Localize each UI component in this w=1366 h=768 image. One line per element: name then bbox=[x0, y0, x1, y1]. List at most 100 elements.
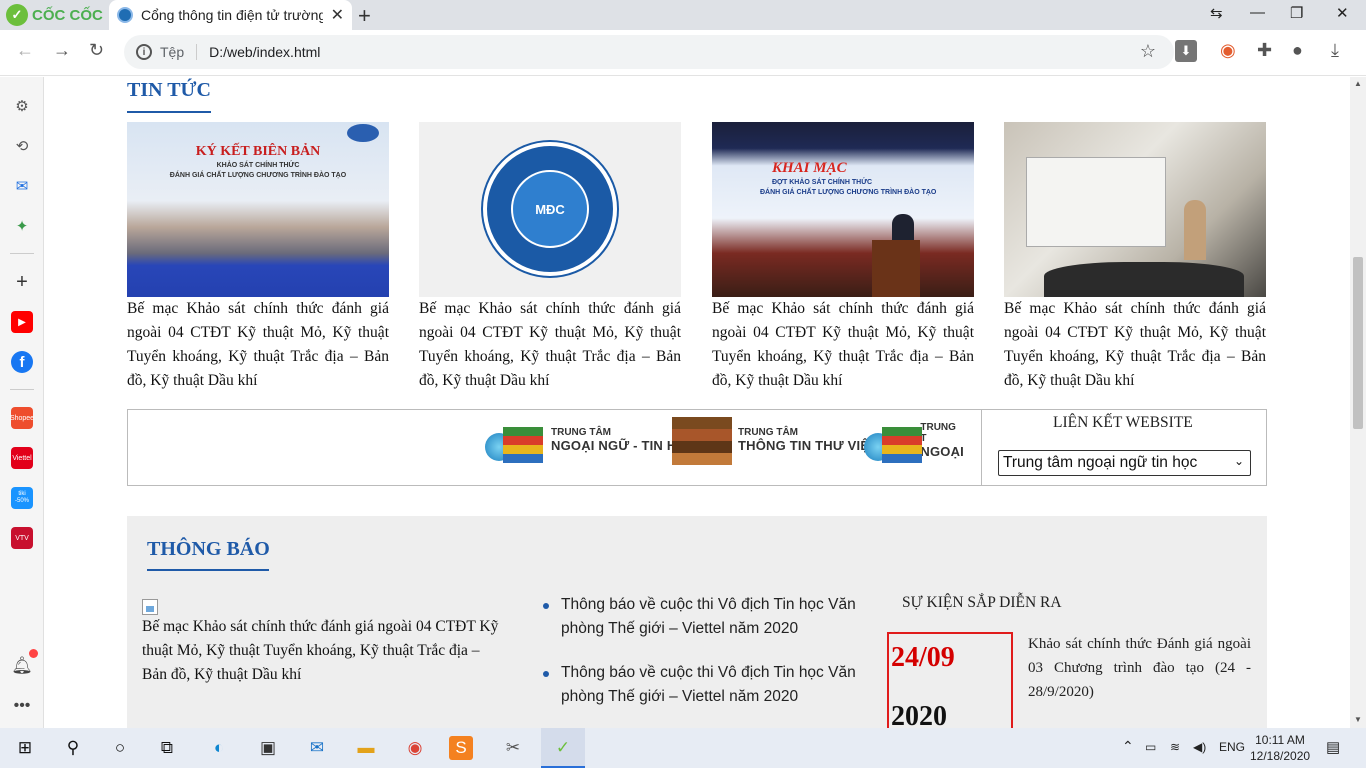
network-icon[interactable]: ≋ bbox=[1170, 740, 1180, 754]
back-icon[interactable]: ← bbox=[16, 40, 34, 61]
news-heading-underline bbox=[127, 111, 211, 113]
presenter-figure bbox=[1184, 200, 1206, 260]
show-hidden-icons-icon[interactable]: ⌃ bbox=[1122, 738, 1134, 755]
news-caption[interactable]: Bế mạc Khảo sát chính thức đánh giá ngoà… bbox=[127, 297, 389, 393]
banner-bottom-label: THÔNG TIN THƯ VIỆN bbox=[738, 438, 879, 453]
battery-icon[interactable]: ▭ bbox=[1145, 740, 1156, 754]
volume-icon[interactable]: ◀) bbox=[1193, 740, 1206, 754]
facebook-icon[interactable]: f bbox=[11, 351, 33, 373]
add-shortcut-icon[interactable]: + bbox=[11, 271, 33, 293]
url-text[interactable]: D:/web/index.html bbox=[209, 44, 320, 60]
scroll-up-icon[interactable]: ▲ bbox=[1354, 79, 1362, 88]
edge-icon[interactable]: ◐ bbox=[204, 734, 234, 762]
action-center-icon[interactable]: ▤ bbox=[1326, 738, 1340, 756]
notification-bell-icon[interactable]: 🔔︎ bbox=[11, 655, 33, 677]
coccoc-logo-icon: ✓ bbox=[6, 4, 28, 26]
search-icon[interactable]: ⚲ bbox=[58, 734, 88, 762]
restore-icon[interactable]: ❐ bbox=[1290, 4, 1303, 22]
news-image[interactable]: KHAI MẠC ĐỢT KHẢO SÁT CHÍNH THỨC ĐÁNH GI… bbox=[712, 122, 974, 297]
notice-list-item[interactable]: Thông báo về cuộc thi Vô địch Tin học Vă… bbox=[543, 593, 871, 641]
forward-icon[interactable]: → bbox=[53, 40, 71, 61]
close-window-icon[interactable]: ✕ bbox=[1336, 4, 1349, 22]
coccoc-taskbar-icon[interactable]: ✓ bbox=[541, 728, 585, 768]
news-caption[interactable]: Bế mạc Khảo sát chính thức đánh giá ngoà… bbox=[419, 297, 681, 393]
game-controller-icon[interactable]: ✦ bbox=[11, 215, 33, 237]
file-explorer-icon[interactable]: ▬ bbox=[351, 734, 381, 762]
links-section: TRUNG TÂM NGOẠI NGỮ - TIN HỌC TRUNG TÂM … bbox=[127, 409, 1267, 486]
tab-title: Cổng thông tin điện tử trường bbox=[141, 7, 323, 23]
news-image[interactable]: MĐC bbox=[419, 122, 681, 297]
university-logo-icon: MĐC bbox=[483, 142, 617, 276]
event-year: 2020 bbox=[891, 701, 947, 728]
projector-screen bbox=[1026, 157, 1166, 247]
more-options-icon[interactable]: ••• bbox=[11, 695, 33, 717]
extensions-puzzle-icon[interactable]: ✚ bbox=[1257, 40, 1272, 61]
minimize-icon[interactable]: — bbox=[1250, 4, 1265, 21]
vtv-icon[interactable]: VTV bbox=[11, 527, 33, 549]
logo-icon bbox=[347, 124, 379, 142]
page-scrollbar[interactable]: ▲ ▼ bbox=[1350, 77, 1366, 728]
cortana-icon[interactable]: ○ bbox=[105, 734, 135, 762]
info-icon[interactable]: i bbox=[136, 44, 152, 60]
coccoc-extension-icon[interactable]: ◉ bbox=[1220, 40, 1236, 61]
events-title: SỰ KIỆN SẮP DIỄN RA bbox=[902, 594, 1062, 611]
website-select-value: Trung tâm ngoại ngữ tin học bbox=[1003, 454, 1198, 471]
notice-list-item[interactable]: Thông báo về cuộc thi Vô địch Tin học Vă… bbox=[543, 661, 871, 709]
address-bar[interactable]: i Tệp D:/web/index.html ☆ bbox=[124, 35, 1174, 69]
notice-heading-underline bbox=[147, 569, 269, 571]
event-date-box[interactable]: 24/09 2020 bbox=[887, 632, 1013, 728]
viettel-label: Viettel bbox=[12, 454, 32, 462]
books-globe-icon bbox=[485, 413, 545, 467]
new-tab-icon[interactable]: + bbox=[358, 3, 371, 29]
news-image[interactable]: KÝ KẾT BIÊN BẢN KHẢO SÁT CHÍNH THỨC ĐÁNH… bbox=[127, 122, 389, 297]
profile-avatar-icon[interactable]: ● bbox=[1292, 40, 1303, 61]
image-banner-sub: KHẢO SÁT CHÍNH THỨC bbox=[216, 162, 300, 169]
youtube-icon[interactable]: ▶ bbox=[11, 311, 33, 333]
save-page-icon[interactable]: ⬇ bbox=[1175, 40, 1197, 62]
windows-start-icon[interactable]: ⊞ bbox=[10, 734, 40, 762]
podium bbox=[872, 240, 920, 297]
shopee-label: Shopee bbox=[9, 414, 35, 422]
store-icon[interactable]: ▣ bbox=[253, 734, 283, 762]
chrome-icon[interactable]: ◉ bbox=[400, 734, 430, 762]
links-title: LIÊN KẾT WEBSITE bbox=[1053, 414, 1193, 431]
scroll-down-icon[interactable]: ▼ bbox=[1354, 715, 1362, 724]
banner-bottom-label: NGOẠI bbox=[920, 443, 964, 459]
settings-gear-icon[interactable]: ⚙ bbox=[11, 95, 33, 117]
broken-image-icon[interactable] bbox=[142, 599, 158, 615]
banner-language-center[interactable]: TRUNG TÂM NGOẠI NGỮ - TIN HỌC bbox=[485, 410, 696, 470]
navigation-bar: ← → ↻ i Tệp D:/web/index.html ☆ ⬇ ◉ ✚ ● … bbox=[0, 30, 1366, 76]
brand-label: CỐC CỐC bbox=[32, 6, 103, 24]
clock-date: 12/18/2020 bbox=[1250, 749, 1311, 763]
viettel-icon[interactable]: Viettel bbox=[11, 447, 33, 469]
news-image[interactable] bbox=[1004, 122, 1266, 297]
event-day: 24/09 bbox=[891, 642, 955, 673]
event-description[interactable]: Khảo sát chính thức Đánh giá ngoài 03 Ch… bbox=[1028, 632, 1251, 704]
mail-icon[interactable]: ✉ bbox=[302, 734, 332, 762]
download-icon[interactable]: ⤓ bbox=[1331, 40, 1339, 61]
close-tab-icon[interactable]: ✕ bbox=[331, 5, 344, 25]
history-icon[interactable]: ⟲ bbox=[11, 135, 33, 157]
tiki-icon[interactable]: tiki -50% bbox=[11, 487, 33, 509]
news-caption[interactable]: Bế mạc Khảo sát chính thức đánh giá ngoà… bbox=[1004, 297, 1266, 393]
shopee-icon[interactable]: Shopee bbox=[9, 407, 35, 429]
clock[interactable]: 10:11 AM 12/18/2020 bbox=[1250, 732, 1310, 764]
coccoc-menu-button[interactable]: ✓ CỐC CỐC bbox=[6, 3, 103, 27]
website-select[interactable]: Trung tâm ngoại ngữ tin học ⌄ bbox=[998, 450, 1251, 476]
notice-feature-caption[interactable]: Bế mạc Khảo sát chính thức đánh giá ngoà… bbox=[142, 615, 502, 687]
reload-icon[interactable]: ↻ bbox=[89, 40, 104, 61]
notice-section: THÔNG BÁO Bế mạc Khảo sát chính thức đán… bbox=[127, 516, 1267, 728]
task-view-icon[interactable]: ⧉ bbox=[152, 734, 182, 762]
bookmark-star-icon[interactable]: ☆ bbox=[1140, 41, 1156, 62]
scroll-thumb[interactable] bbox=[1353, 257, 1363, 429]
messenger-icon[interactable]: ✉ bbox=[11, 175, 33, 197]
tab-search-icon[interactable]: ⇆ bbox=[1210, 4, 1223, 22]
language-indicator[interactable]: ENG bbox=[1219, 740, 1245, 754]
image-banner-title: KHAI MẠC bbox=[772, 160, 847, 176]
news-caption[interactable]: Bế mạc Khảo sát chính thức đánh giá ngoà… bbox=[712, 297, 974, 393]
browser-tab[interactable]: Cổng thông tin điện tử trường ✕ bbox=[109, 0, 352, 30]
snipping-tool-icon[interactable]: ✂ bbox=[498, 734, 528, 762]
banner-partial[interactable]: TRUNG T NGOẠI bbox=[864, 410, 964, 470]
sublime-text-icon[interactable]: S bbox=[449, 736, 473, 760]
banner-library-center[interactable]: TRUNG TÂM THÔNG TIN THƯ VIỆN bbox=[672, 410, 879, 470]
